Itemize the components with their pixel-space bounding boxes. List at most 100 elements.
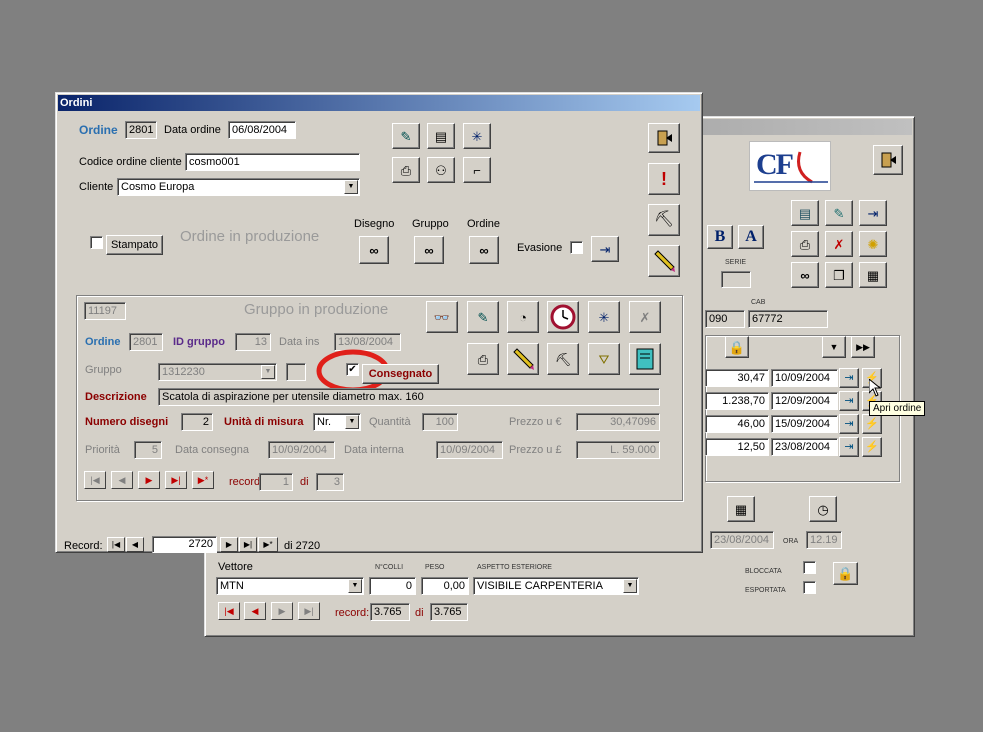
gruppo-new-record-button[interactable]: ▶*: [192, 471, 214, 489]
row-3-apri-ordine-icon[interactable]: ⚡: [862, 414, 882, 434]
ruler-icon[interactable]: ⌐: [463, 157, 491, 183]
row-2-goto-icon[interactable]: ⇥: [839, 391, 859, 411]
ora-field[interactable]: 12.19: [806, 531, 842, 549]
chevron-down-icon[interactable]: ▼: [344, 180, 358, 194]
colli-field[interactable]: 0: [369, 577, 416, 595]
clock-icon[interactable]: ◷: [809, 496, 837, 522]
bold-b-button[interactable]: B: [707, 225, 733, 249]
chevron-down-icon[interactable]: ▼: [345, 415, 359, 429]
unita-combo[interactable]: Nr. ▼: [313, 413, 361, 431]
consegnato-checkbox[interactable]: ✔: [346, 363, 359, 376]
delete-disabled-icon[interactable]: ✗: [629, 301, 661, 333]
gruppo-prev-record-button[interactable]: ◀: [111, 471, 133, 489]
pencil-icon[interactable]: [507, 343, 539, 375]
bottom-date-field[interactable]: 23/08/2004: [710, 531, 774, 549]
calendar-icon[interactable]: ▦: [727, 496, 755, 522]
chevron-down-icon[interactable]: ▼: [348, 579, 362, 593]
row-4-date[interactable]: 23/08/2004: [771, 438, 838, 456]
chevron-down-icon[interactable]: ▼: [261, 365, 275, 379]
exit-icon[interactable]: [873, 145, 903, 175]
lock-icon[interactable]: 🔒: [833, 562, 858, 585]
vettore-combo[interactable]: MTN ▼: [216, 577, 364, 595]
cab-field[interactable]: 67772: [748, 310, 828, 328]
next-arrow-icon[interactable]: ▶▶: [851, 336, 875, 358]
stampato-button[interactable]: Stampato: [106, 235, 163, 255]
pickaxe-icon[interactable]: ⛏: [547, 343, 579, 375]
insert-row-icon[interactable]: ⇥: [859, 200, 887, 226]
gruppo-combo[interactable]: 1312230 ▼: [158, 363, 277, 381]
abi-field[interactable]: 090: [705, 310, 745, 328]
pickaxe-icon[interactable]: ⛏: [648, 204, 680, 236]
data-ordine-field[interactable]: 06/08/2004: [228, 121, 296, 139]
codice-field[interactable]: cosmo001: [185, 153, 360, 171]
row-3-amount[interactable]: 46,00: [705, 415, 769, 433]
peso-field[interactable]: 0,00: [421, 577, 469, 595]
form-icon[interactable]: ▤: [427, 123, 455, 149]
pencil-icon[interactable]: [648, 245, 680, 277]
search-disegno-icon[interactable]: ∞: [359, 236, 389, 264]
bloccata-checkbox[interactable]: [803, 561, 816, 574]
row-4-goto-icon[interactable]: ⇥: [839, 437, 859, 457]
cliente-combo[interactable]: Cosmo Europa ▼: [117, 178, 360, 196]
row-1-amount[interactable]: 30,47: [705, 369, 769, 387]
chevron-down-icon[interactable]: ▼: [623, 579, 637, 593]
serie-field[interactable]: [721, 271, 751, 288]
binoculars-icon[interactable]: ∞: [791, 262, 819, 288]
shipping-record-field[interactable]: 3.765: [370, 603, 410, 621]
users-icon[interactable]: ⚇: [427, 157, 455, 183]
aspetto-combo[interactable]: VISIBILE CARPENTERIA ▼: [473, 577, 639, 595]
ordini-record-field[interactable]: 2720: [152, 536, 217, 553]
print-icon[interactable]: ⎙: [791, 231, 819, 257]
clock-icon[interactable]: [547, 301, 579, 333]
ordini-first-record-button[interactable]: |◀: [107, 537, 125, 552]
gruppo-first-record-button[interactable]: |◀: [84, 471, 106, 489]
timer-icon[interactable]: ◔: [507, 301, 539, 333]
row-4-amount[interactable]: 12,50: [705, 438, 769, 456]
evasione-insert-icon[interactable]: ⇥: [591, 236, 619, 262]
gruppo-record-field[interactable]: 1: [259, 473, 293, 491]
notebook-icon[interactable]: [629, 343, 661, 375]
row-2-date[interactable]: 12/09/2004: [771, 392, 838, 410]
gruppo-last-record-button[interactable]: ▶|: [165, 471, 187, 489]
edit-icon[interactable]: ✎: [467, 301, 499, 333]
esportata-checkbox[interactable]: [803, 581, 816, 594]
evasione-checkbox[interactable]: [570, 241, 583, 254]
descrizione-field[interactable]: Scatola di aspirazione per utensile diam…: [158, 388, 660, 406]
prev-record-button[interactable]: ◀: [244, 602, 266, 620]
edit-doc-icon[interactable]: ✎: [825, 200, 853, 226]
ordini-titlebar[interactable]: Ordini: [58, 95, 700, 111]
new-record-icon[interactable]: ✳: [463, 123, 491, 149]
copy-icon[interactable]: ❐: [825, 262, 853, 288]
lock-icon[interactable]: 🔒: [725, 336, 749, 358]
gruppo-next-record-button[interactable]: ▶: [138, 471, 160, 489]
row-4-apri-ordine-icon[interactable]: ⚡: [862, 437, 882, 457]
print-icon[interactable]: ⎙: [467, 343, 499, 375]
numero-disegni-field[interactable]: 2: [181, 413, 213, 431]
sun-icon[interactable]: ✺: [859, 231, 887, 257]
alert-icon[interactable]: !: [648, 163, 680, 195]
stampato-checkbox[interactable]: [90, 236, 103, 249]
notebook-icon[interactable]: ▤: [791, 200, 819, 226]
print-icon[interactable]: ⎙: [392, 157, 420, 183]
row-3-goto-icon[interactable]: ⇥: [839, 414, 859, 434]
ordini-last-record-button[interactable]: ▶|: [239, 537, 257, 552]
last-record-button[interactable]: ▶|: [298, 602, 320, 620]
exit-icon[interactable]: [648, 123, 680, 153]
search-ordine-icon[interactable]: ∞: [469, 236, 499, 264]
row-1-goto-icon[interactable]: ⇥: [839, 368, 859, 388]
delete-icon[interactable]: ✗: [825, 231, 853, 257]
row-2-amount[interactable]: 1.238,70: [705, 392, 769, 410]
search-gruppo-icon[interactable]: ∞: [414, 236, 444, 264]
bold-a-button[interactable]: A: [738, 225, 764, 249]
ordini-new-record-button[interactable]: ▶*: [258, 537, 278, 552]
edit-icon[interactable]: ✎: [392, 123, 420, 149]
row-3-date[interactable]: 15/09/2004: [771, 415, 838, 433]
ordine-field[interactable]: 2801: [125, 121, 157, 139]
next-record-button[interactable]: ▶: [271, 602, 293, 620]
ordini-next-record-button[interactable]: ▶: [220, 537, 238, 552]
glasses-icon[interactable]: 👓: [426, 301, 458, 333]
first-record-button[interactable]: |◀: [218, 602, 240, 620]
row-1-date[interactable]: 10/09/2004: [771, 369, 838, 387]
filter-icon[interactable]: ⛛: [588, 343, 620, 375]
ordini-prev-record-button[interactable]: ◀: [126, 537, 144, 552]
